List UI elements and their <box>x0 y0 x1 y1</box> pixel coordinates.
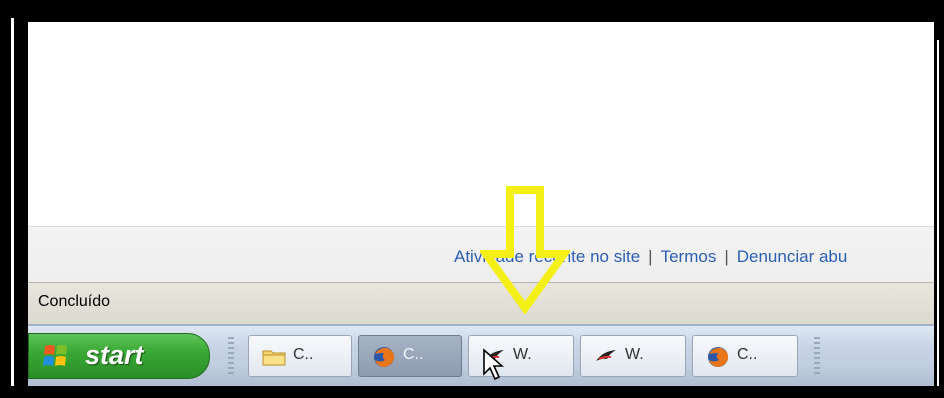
taskbar-button-bird-2[interactable]: W. <box>580 335 686 377</box>
yellow-arrow-annotation-icon <box>480 186 570 314</box>
frame-bottom <box>0 386 944 398</box>
frame-top <box>0 0 944 22</box>
mouse-cursor-icon <box>483 348 504 381</box>
firefox-icon <box>708 347 729 367</box>
taskbar-grip[interactable] <box>814 337 820 377</box>
footer-separator: | <box>648 247 653 266</box>
taskbar-button-folder[interactable]: C.. <box>248 335 352 377</box>
bird-icon <box>596 350 616 361</box>
firefox-icon <box>374 347 395 367</box>
start-button[interactable]: start <box>28 333 210 379</box>
windows-taskbar: start C.. C.. W. W. C.. <box>28 324 934 388</box>
frame-left <box>0 0 28 398</box>
taskbar-button-firefox-active[interactable]: C.. <box>358 335 462 377</box>
taskbar-button-label: C.. <box>403 346 424 363</box>
report-abuse-link[interactable]: Denunciar abu <box>737 247 848 266</box>
taskbar-grip[interactable] <box>228 337 234 377</box>
footer-separator: | <box>724 247 729 266</box>
frame-right <box>934 0 944 398</box>
start-label: start <box>85 340 144 370</box>
taskbar-button-label: C.. <box>737 346 758 363</box>
taskbar-button-label: W. <box>625 346 644 363</box>
folder-icon <box>262 350 286 366</box>
windows-logo-icon <box>43 345 67 366</box>
taskbar-button-label: W. <box>513 346 532 363</box>
taskbar-button-label: C.. <box>293 346 314 363</box>
taskbar-button-firefox[interactable]: C.. <box>692 335 798 377</box>
terms-link[interactable]: Termos <box>661 247 717 266</box>
status-text: Concluído <box>38 293 111 310</box>
